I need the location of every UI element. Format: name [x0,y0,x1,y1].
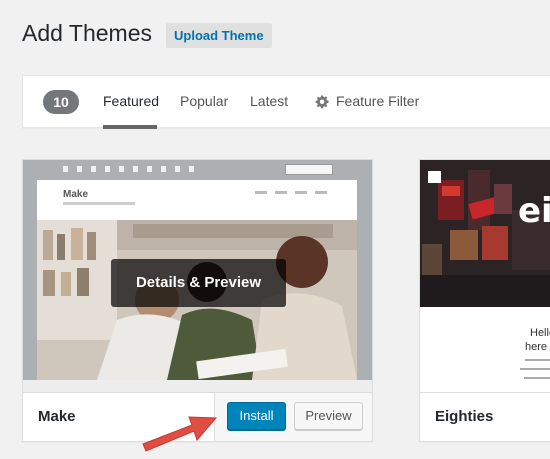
upload-theme-button[interactable]: Upload Theme [166,23,272,48]
mock-site-header: Make [37,180,357,220]
theme-count-badge: 10 [43,90,79,114]
theme-actions: Install Preview [214,393,372,441]
preview-button[interactable]: Preview [294,402,363,430]
eighties-big-text: ei [518,191,550,231]
feature-filter-label: Feature Filter [336,93,420,109]
tab-latest[interactable]: Latest [250,93,288,109]
eighties-hello-text: Hello [530,327,550,339]
theme-card-footer: Eighties [420,392,550,441]
theme-card-make[interactable]: Make Details & Preview Make Install Prev… [22,159,373,442]
filter-bar: 10 Featured Popular Latest Feature Filte… [22,75,550,129]
theme-card-eighties[interactable]: ei Hello here ’ Eighties [419,159,550,442]
gear-icon [315,95,329,108]
details-preview-button[interactable]: Details & Preview [111,259,286,307]
mock-logo: Make [63,189,89,200]
active-tab-indicator [103,125,157,129]
menu-icon [428,171,441,183]
theme-card-footer: Make Install Preview [23,392,372,441]
tab-popular[interactable]: Popular [180,93,228,109]
mock-social-icons [63,166,194,172]
mock-nav [255,191,327,194]
eighties-here-text: here ’ [525,341,550,353]
theme-name: Eighties [435,408,494,425]
install-button[interactable]: Install [227,402,286,430]
page-title: Add Themes [22,20,152,46]
theme-screenshot[interactable]: Make Details & Preview [23,160,372,393]
mock-top-bar [23,160,372,180]
mock-search-box [285,164,333,175]
tab-featured[interactable]: Featured [103,93,159,109]
feature-filter-link[interactable]: Feature Filter [315,93,419,109]
theme-screenshot[interactable]: ei Hello here ’ [420,160,550,393]
theme-name: Make [38,408,76,425]
